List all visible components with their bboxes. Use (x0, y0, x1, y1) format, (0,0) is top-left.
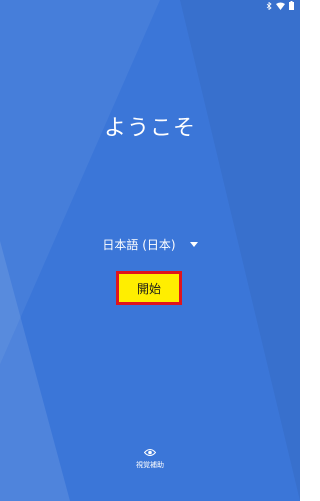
status-icons (266, 1, 294, 10)
vision-settings-button[interactable]: 視覚補助 (0, 448, 300, 470)
bluetooth-icon (266, 1, 272, 10)
language-dropdown[interactable]: 日本語 (日本) (0, 236, 300, 253)
language-selected-label: 日本語 (日本) (102, 238, 176, 252)
status-bar (0, 0, 300, 12)
start-button[interactable]: 開始 (116, 271, 182, 305)
start-button-label: 開始 (136, 281, 161, 296)
vision-settings-label: 視覚補助 (136, 461, 164, 469)
welcome-screen: ようこそ 日本語 (日本) 開始 視覚補助 (0, 0, 300, 501)
eye-icon (144, 449, 156, 456)
dropdown-arrow-icon (189, 242, 198, 247)
welcome-title: ようこそ (103, 116, 196, 141)
battery-icon (289, 1, 294, 10)
wifi-icon (276, 2, 285, 10)
